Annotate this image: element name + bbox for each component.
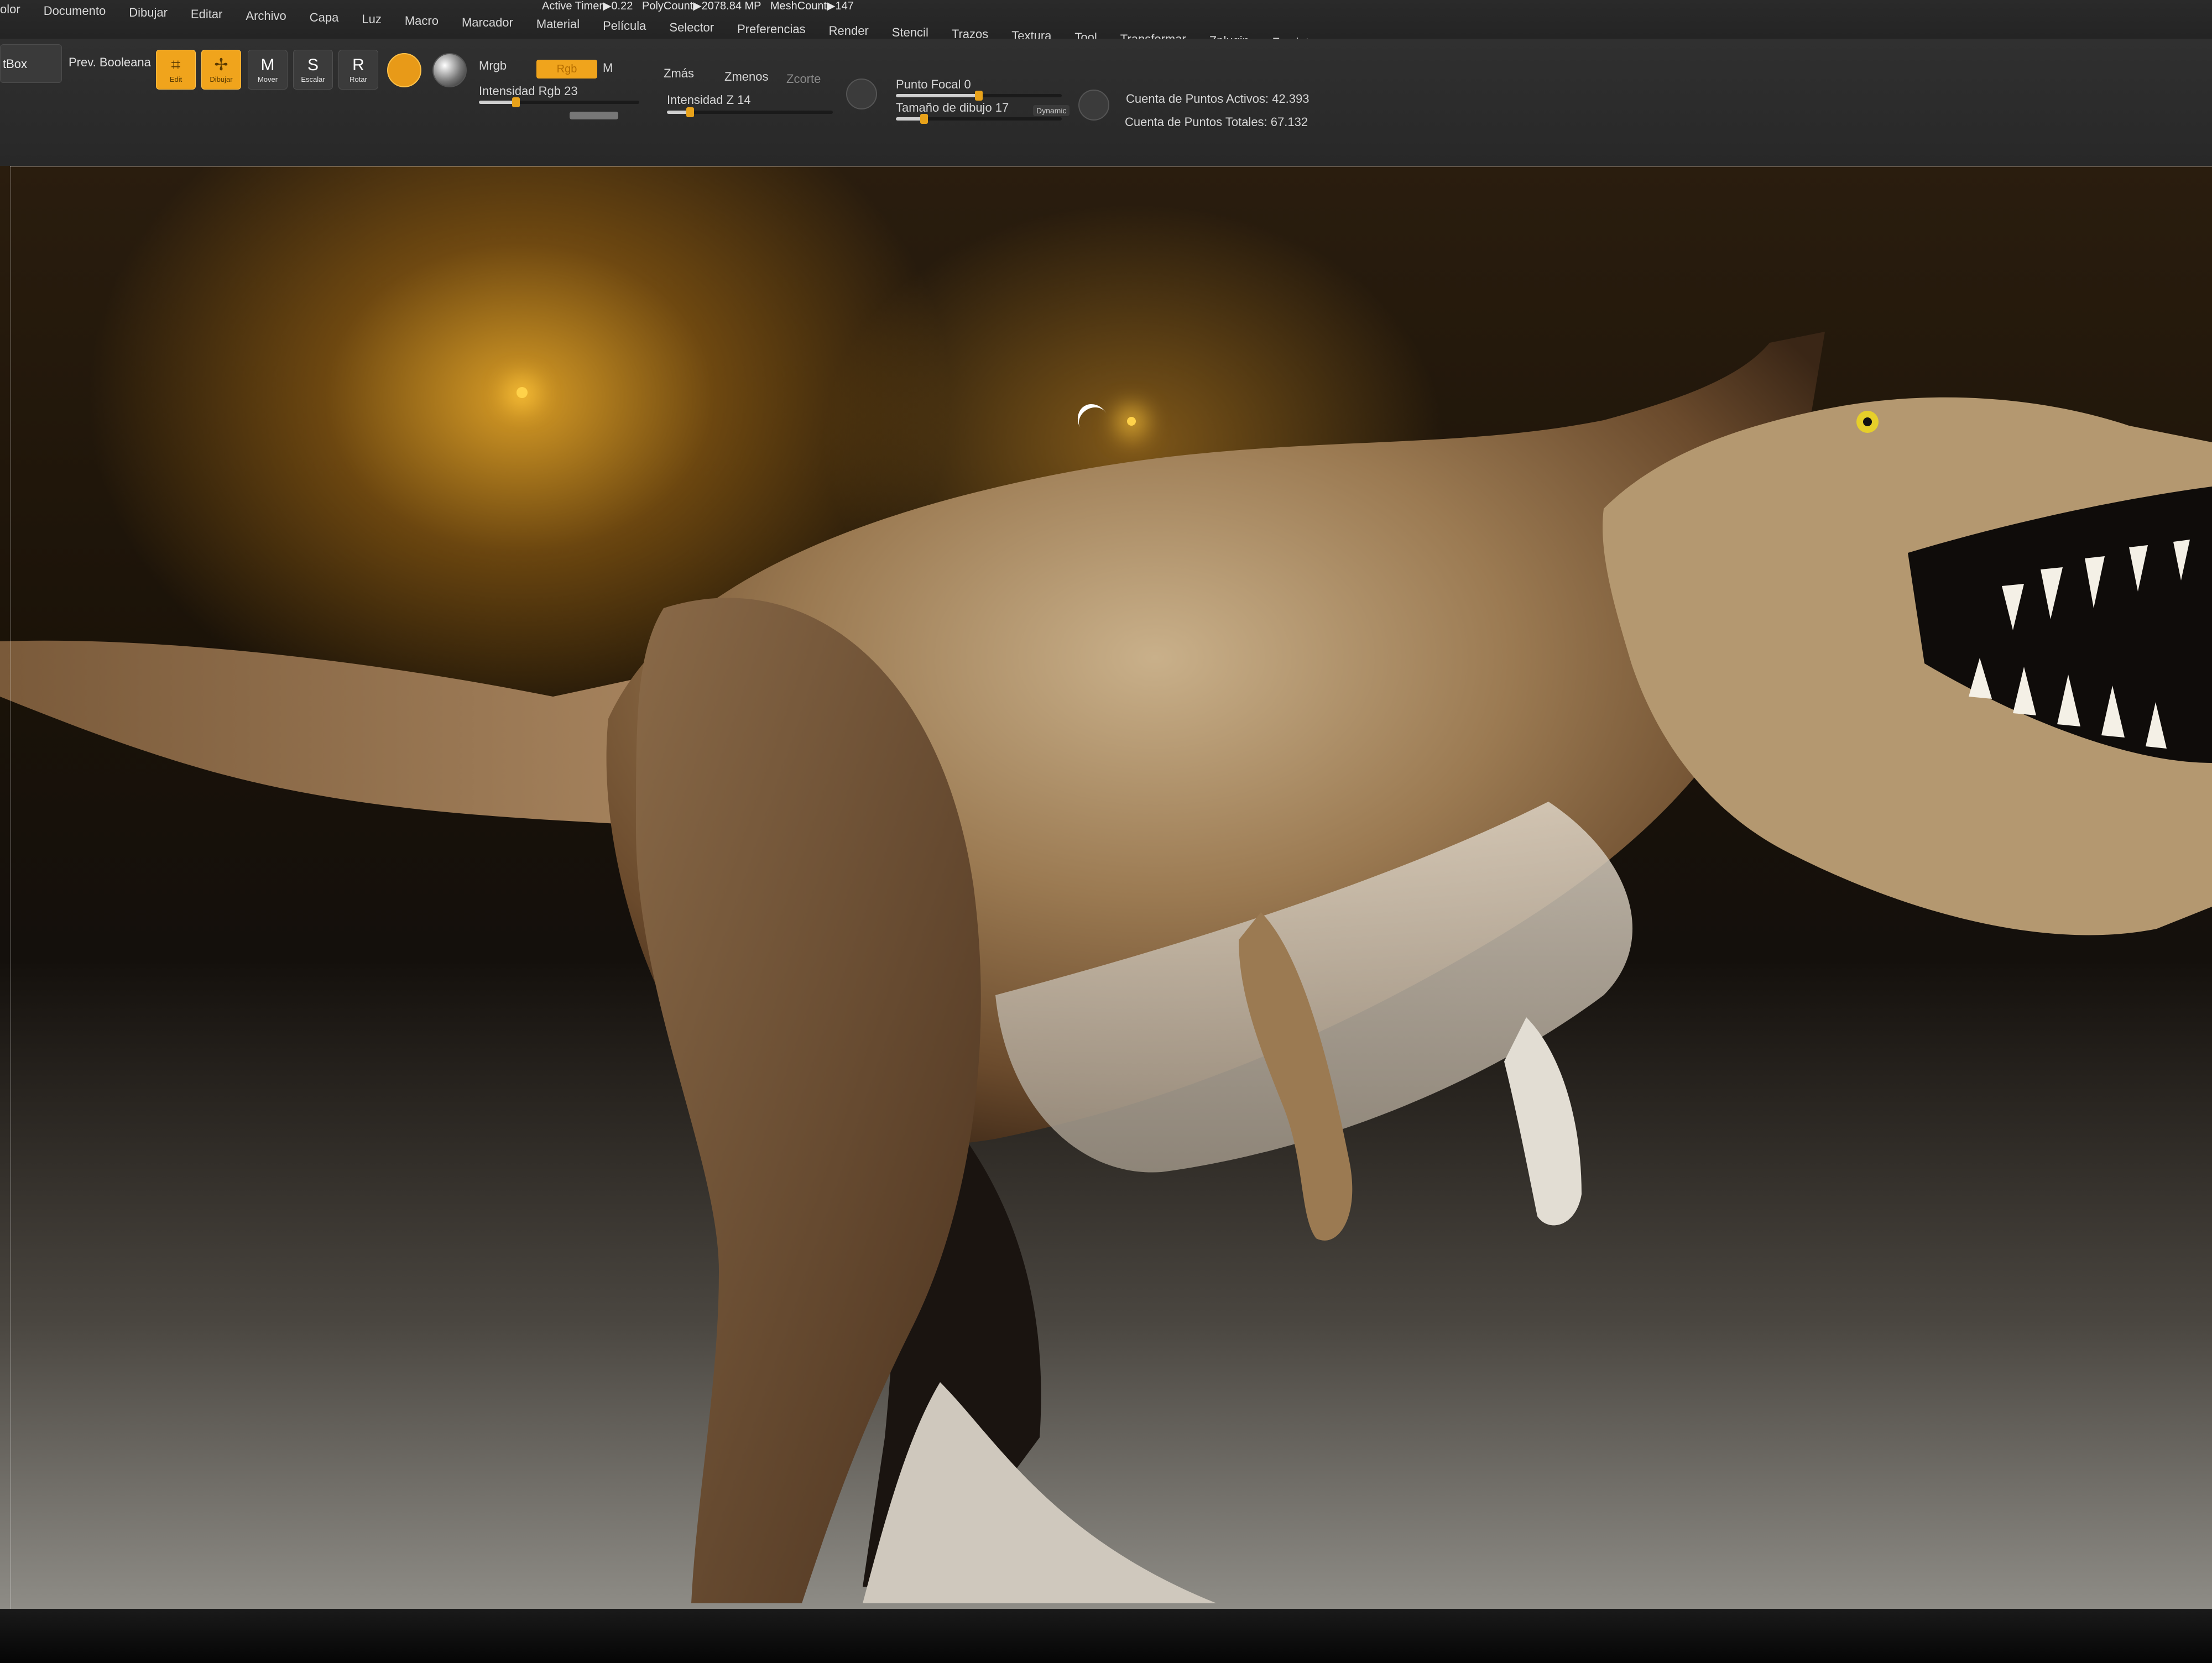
move-label: Mover <box>257 75 278 83</box>
zsub-toggle[interactable]: Zmenos <box>724 70 768 84</box>
menu-item-render[interactable]: Render <box>829 24 869 38</box>
boolean-preview-label[interactable]: Prev. Booleana <box>69 55 151 70</box>
menu-item-marcador[interactable]: Marcador <box>462 15 513 30</box>
tray-handle[interactable] <box>570 112 618 119</box>
rgb-toggle[interactable]: Rgb <box>536 60 597 79</box>
scale-label: Escalar <box>301 75 325 83</box>
rotate-icon: R <box>352 55 364 74</box>
zadd-toggle[interactable]: Zmás <box>664 66 694 81</box>
active-points-count: Cuenta de Puntos Activos: 42.393 <box>1126 92 1310 106</box>
trex-model <box>0 332 2212 1603</box>
rgb-intensity-knob[interactable] <box>512 97 520 107</box>
polycount-text: PolyCount▶2078.84 MP <box>642 0 761 12</box>
scale-button[interactable]: S Escalar <box>293 50 333 90</box>
edit-icon: ⌗ <box>171 55 181 74</box>
menu-item-material[interactable]: Material <box>536 17 580 32</box>
z-intensity-label: Intensidad Z 14 <box>667 93 751 107</box>
draw-size-icon[interactable] <box>1078 90 1109 121</box>
menu-item-capa[interactable]: Capa <box>310 11 339 25</box>
scale-icon: S <box>307 55 319 74</box>
material-sphere-button[interactable] <box>432 53 467 87</box>
menu-item-macro[interactable]: Macro <box>405 14 439 28</box>
toolbar: tBox Prev. Booleana ⌗ Edit ✢ Dibujar M M… <box>0 39 2212 168</box>
canvas-viewport[interactable] <box>0 166 2212 1609</box>
menu-bar: olor Documento Dibujar Editar Archivo Capa Luz… <box>0 0 2212 49</box>
edit-label: Edit <box>169 75 182 83</box>
mrgb-toggle[interactable]: Mrgb <box>479 59 507 73</box>
draw-size-slider[interactable] <box>896 114 1062 124</box>
rgb-intensity-slider[interactable] <box>479 97 639 107</box>
focal-shift-icon[interactable] <box>846 79 877 109</box>
move-icon: M <box>260 55 275 74</box>
edit-button[interactable]: ⌗ Edit <box>156 50 196 90</box>
focal-shift-label: Punto Focal 0 <box>896 77 971 91</box>
rgb-label: Rgb <box>556 63 577 75</box>
dynamic-toggle[interactable]: Dynamic <box>1033 105 1070 116</box>
lightbox-button[interactable]: tBox <box>0 44 62 83</box>
trex-far-arm <box>1504 1017 1582 1226</box>
rgb-intensity-label: Intensidad Rgb 23 <box>479 84 578 98</box>
menu-item-archivo[interactable]: Archivo <box>246 9 286 23</box>
draw-size-knob[interactable] <box>920 114 928 124</box>
focal-shift-knob[interactable] <box>975 91 983 101</box>
rotate-label: Rotar <box>349 75 367 83</box>
draw-label: Dibujar <box>210 75 233 83</box>
status-strip: Active Timer▶0.22 PolyCount▶2078.84 MP M… <box>542 0 854 14</box>
menu-item-pel-cula[interactable]: Película <box>603 19 646 33</box>
menu-item-olor[interactable]: olor <box>0 2 20 17</box>
menu-item-documento[interactable]: Documento <box>44 4 106 18</box>
zcut-toggle[interactable]: Zcorte <box>786 72 821 86</box>
rgb-intensity-fill <box>479 101 516 104</box>
focal-shift-slider[interactable] <box>896 91 1062 101</box>
meshcount-text: MeshCount▶147 <box>770 0 854 12</box>
menu-item-stencil[interactable]: Stencil <box>892 25 928 40</box>
move-button[interactable]: M Mover <box>248 50 288 90</box>
menu-item-preferencias[interactable]: Preferencias <box>737 22 806 36</box>
menu-item-luz[interactable]: Luz <box>362 12 381 27</box>
draw-icon: ✢ <box>214 55 228 74</box>
rotate-button[interactable]: R Rotar <box>338 50 378 90</box>
lightbox-label: tBox <box>3 57 28 71</box>
focal-shift-fill <box>896 94 979 97</box>
trex-tail <box>0 640 708 829</box>
draw-size-label: Tamaño de dibujo 17 <box>896 101 1009 114</box>
z-intensity-knob[interactable] <box>686 107 694 117</box>
menu-item-selector[interactable]: Selector <box>669 20 714 35</box>
draw-button[interactable]: ✢ Dibujar <box>201 50 241 90</box>
m-toggle[interactable]: M <box>603 61 613 75</box>
total-points-count: Cuenta de Puntos Totales: 67.132 <box>1125 115 1308 129</box>
z-intensity-slider[interactable] <box>667 107 833 117</box>
brush-preview-button[interactable] <box>387 53 421 87</box>
monitor-bezel <box>0 1609 2212 1663</box>
menu-item-editar[interactable]: Editar <box>191 7 222 22</box>
active-timer-text: Active Timer▶0.22 <box>542 0 633 12</box>
trex-pupil <box>1863 417 1872 426</box>
menu-item-dibujar[interactable]: Dibujar <box>129 6 168 20</box>
